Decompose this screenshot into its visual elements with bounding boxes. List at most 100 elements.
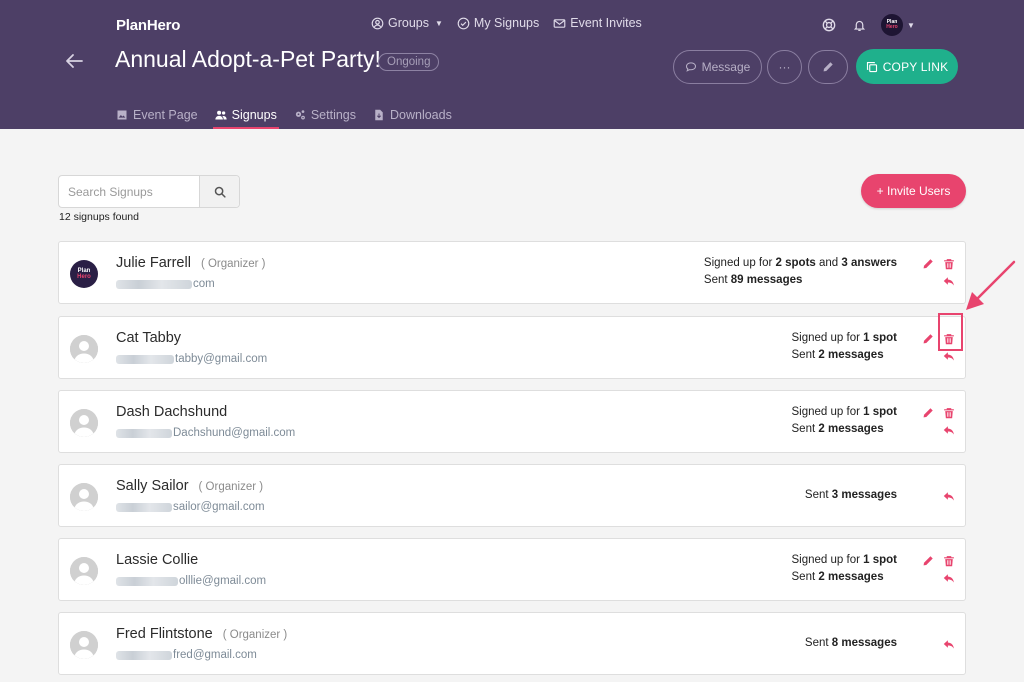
signup-row[interactable]: Dash Dachshund Dachshund@gmail.com Signe… (58, 390, 966, 453)
signup-name[interactable]: Lassie Collie (116, 552, 198, 568)
help-lifebuoy-icon[interactable] (821, 17, 837, 33)
message-button[interactable]: Message (673, 50, 762, 84)
signup-row[interactable]: Lassie Collie olllie@gmail.com Signed up… (58, 538, 966, 601)
copy-link-button[interactable]: COPY LINK (856, 49, 958, 84)
email-visible-part: sailor@gmail.com (173, 501, 265, 513)
message-button-label: Message (701, 60, 751, 74)
pencil-icon[interactable] (921, 332, 935, 346)
nav-groups[interactable]: Groups ▼ (371, 16, 443, 30)
email-visible-part: com (193, 278, 215, 290)
nav-groups-label: Groups (388, 16, 429, 30)
user-avatar-menu[interactable]: Plan Hero (881, 14, 903, 36)
search-box (58, 175, 240, 208)
reply-icon[interactable] (942, 489, 956, 503)
copy-link-label: COPY LINK (882, 59, 949, 74)
signups-count: 12 signups found (59, 211, 139, 223)
trash-icon[interactable] (942, 406, 956, 420)
messages-count: 2 messages (818, 423, 884, 435)
app-header: PlanHero Groups ▼ My Signups Event Invit… (0, 0, 1024, 129)
trash-icon[interactable] (942, 554, 956, 568)
spots-line: Signed up for 1 spot (792, 330, 897, 347)
email-visible-part: olllie@gmail.com (179, 575, 267, 587)
messages-count: 89 messages (730, 274, 803, 286)
file-download-icon (375, 109, 383, 121)
tab-downloads[interactable]: Downloads (373, 101, 452, 129)
signup-email: sailor@gmail.com (116, 501, 265, 513)
signup-name[interactable]: Fred Flintstone (116, 626, 213, 642)
redacted-email-blur (116, 502, 172, 512)
tab-settings[interactable]: Settings (294, 101, 356, 129)
status-badge: Ongoing (378, 53, 440, 71)
reply-icon[interactable] (942, 637, 956, 651)
tab-signups-label: Signups (231, 108, 277, 122)
messages-line: Sent 3 messages (805, 487, 897, 504)
signup-stats: Signed up for 2 spots and 3 answers Sent… (704, 255, 897, 289)
check-circle-icon (457, 17, 470, 29)
spots-prefix: Signed up for (791, 332, 864, 344)
signup-stats: Sent 8 messages (805, 635, 897, 652)
messages-prefix: Sent (791, 423, 819, 435)
tab-event-page[interactable]: Event Page (116, 101, 198, 129)
avatar (70, 409, 98, 437)
chevron-down-icon: ▼ (435, 18, 443, 28)
pencil-icon[interactable] (921, 406, 935, 420)
spots-line: Signed up for 2 spots and 3 answers (704, 255, 897, 272)
messages-line: Sent 2 messages (792, 569, 897, 586)
signup-email: Dachshund@gmail.com (116, 427, 295, 439)
tab-event-page-label: Event Page (133, 108, 198, 122)
tab-downloads-label: Downloads (390, 108, 452, 122)
annotation-arrow-icon (966, 260, 1016, 310)
signup-name[interactable]: Cat Tabby (116, 330, 181, 346)
spots-count: 2 spots (775, 257, 816, 269)
search-input[interactable] (59, 176, 199, 207)
signup-row[interactable]: Fred Flintstone ( Organizer ) fred@gmail… (58, 612, 966, 675)
name-line: Julie Farrell ( Organizer ) (116, 255, 265, 271)
messages-prefix: Sent (703, 274, 731, 286)
messages-line: Sent 89 messages (704, 272, 897, 289)
signup-name[interactable]: Sally Sailor (116, 478, 189, 494)
organizer-label: ( Organizer ) (198, 481, 264, 493)
redacted-email-blur (116, 650, 172, 660)
nav-event-invites[interactable]: Event Invites (553, 16, 642, 30)
nav-my-signups-label: My Signups (473, 16, 540, 30)
pencil-icon[interactable] (921, 257, 935, 271)
email-visible-part: tabby@gmail.com (175, 353, 268, 365)
spots-prefix: Signed up for (791, 554, 864, 566)
chevron-down-icon[interactable]: ▼ (907, 21, 915, 30)
chat-bubble-icon (685, 62, 696, 72)
more-options-button[interactable]: ··· (767, 50, 802, 84)
signup-name[interactable]: Julie Farrell (116, 255, 191, 271)
name-line: Cat Tabby (116, 330, 191, 346)
reply-icon[interactable] (942, 571, 956, 585)
signup-name[interactable]: Dash Dachshund (116, 404, 227, 420)
spots-count: 1 spot (863, 554, 897, 566)
reply-icon[interactable] (942, 274, 956, 288)
back-arrow-icon[interactable] (64, 52, 84, 70)
reply-icon[interactable] (942, 423, 956, 437)
reply-icon[interactable] (942, 349, 956, 363)
trash-icon[interactable] (942, 257, 956, 271)
invite-users-button[interactable]: + Invite Users (861, 174, 966, 208)
tab-settings-label: Settings (310, 108, 356, 122)
bell-icon[interactable] (851, 17, 867, 33)
signup-row[interactable]: Cat Tabby tabby@gmail.com Signed up for … (58, 316, 966, 379)
organizer-label: ( Organizer ) (222, 629, 288, 641)
edit-event-button[interactable] (808, 50, 848, 84)
avatar (70, 335, 98, 363)
search-button[interactable] (199, 176, 239, 207)
nav-event-invites-label: Event Invites (570, 16, 642, 30)
redacted-email-blur (116, 279, 192, 289)
search-icon (214, 186, 226, 198)
pencil-icon[interactable] (921, 554, 935, 568)
signup-row[interactable]: Sally Sailor ( Organizer ) sailor@gmail.… (58, 464, 966, 527)
ellipsis-icon: ··· (778, 60, 791, 74)
messages-prefix: Sent (791, 349, 819, 361)
signup-email: com (116, 278, 215, 290)
messages-count: 2 messages (818, 349, 884, 361)
tab-signups[interactable]: Signups (212, 101, 280, 129)
email-visible-part: fred@gmail.com (173, 649, 257, 661)
brand-logo[interactable]: PlanHero (116, 17, 180, 34)
image-icon (117, 110, 127, 120)
signup-row[interactable]: Plan Hero Julie Farrell ( Organizer ) co… (58, 241, 966, 304)
nav-my-signups[interactable]: My Signups (457, 16, 539, 30)
